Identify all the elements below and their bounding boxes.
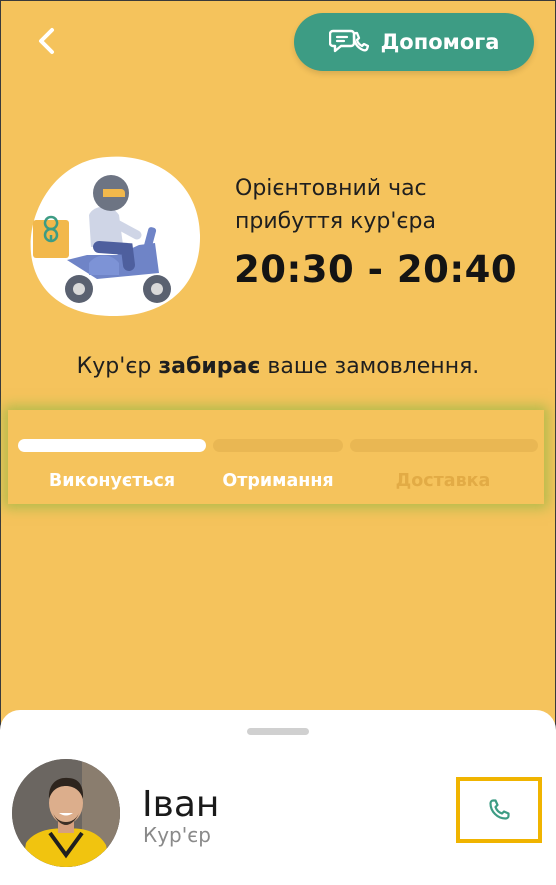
progress-bar-step-3: [350, 439, 538, 452]
sheet-drag-handle[interactable]: [247, 728, 309, 735]
courier-avatar: [12, 759, 120, 867]
chevron-left-icon: [39, 28, 54, 54]
chat-phone-icon: [328, 27, 369, 57]
status-prefix: Кур'єр: [76, 354, 159, 379]
eta-time: 20:30 - 20:40: [234, 248, 518, 291]
call-courier-button[interactable]: [456, 777, 542, 843]
courier-bottom-sheet: Іван Кур'єр: [0, 710, 556, 885]
status-suffix: ваше замовлення.: [260, 354, 480, 379]
delivery-progress: Виконується Отримання Доставка: [8, 410, 544, 504]
progress-fill-step-1: [18, 439, 206, 452]
help-button[interactable]: Допомога: [294, 13, 534, 71]
eta-label: Орієнтовний час прибуття кур'єра: [235, 176, 436, 234]
phone-icon: [489, 799, 510, 820]
progress-bar-step-1: [18, 439, 206, 452]
courier-role: Кур'єр: [143, 823, 211, 847]
help-label: Допомога: [380, 30, 500, 54]
progress-bar-step-2: [213, 439, 343, 452]
step-label-in-progress: Виконується: [48, 471, 176, 491]
step-label-pickup: Отримання: [222, 471, 334, 491]
status-action: забирає: [158, 354, 261, 379]
order-status-message: Кур'єр забирає ваше замовлення.: [0, 354, 556, 379]
courier-scooter-illustration: [27, 155, 201, 317]
step-label-delivery: Доставка: [395, 471, 491, 491]
courier-name: Іван: [142, 784, 220, 825]
back-button[interactable]: [30, 24, 64, 58]
